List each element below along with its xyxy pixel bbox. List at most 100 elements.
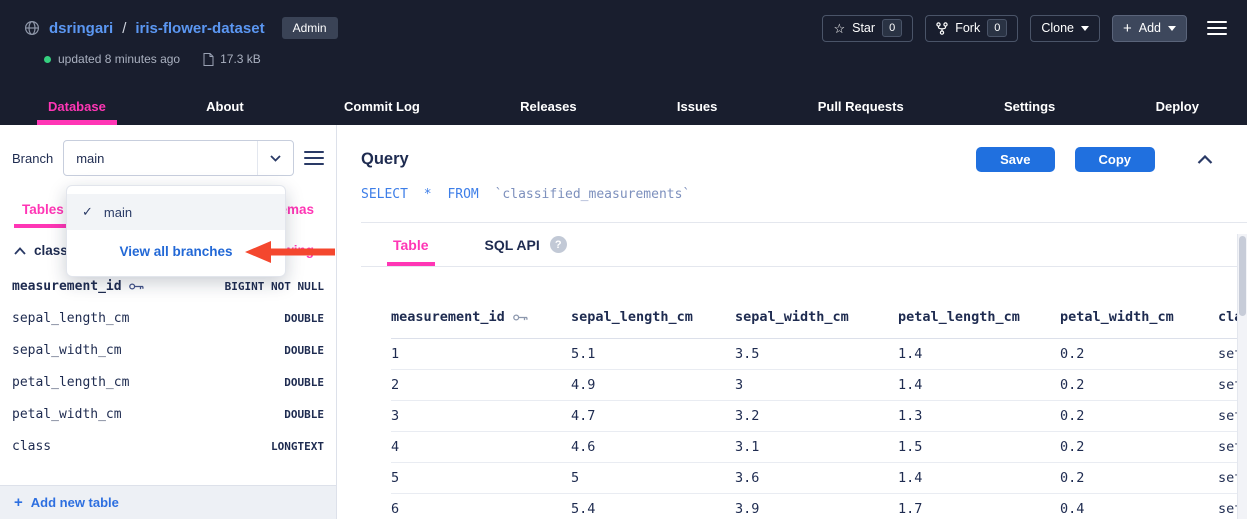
page-body: Branch main Tables Schemas classified_me… [0,125,1247,519]
grid-cell[interactable]: 3.5 [735,339,898,370]
grid-cell[interactable]: 0.2 [1060,339,1218,370]
grid-cell[interactable]: 4.7 [571,401,735,432]
data-grid: measurement_id sepal_length_cm sepal_wid… [391,303,1247,519]
status-dot-icon [44,56,51,63]
grid-cell[interactable]: 3 [391,401,571,432]
grid-cell[interactable]: 0.2 [1060,432,1218,463]
vertical-scrollbar[interactable] [1237,234,1247,519]
add-table-label: Add new table [31,495,119,510]
grid-cell[interactable]: 1.7 [898,494,1060,519]
clone-button[interactable]: Clone [1030,15,1100,42]
grid-cell[interactable]: 4.9 [571,370,735,401]
header-actions: ☆ Star 0 Fork 0 Clone + Add [822,15,1227,42]
grid-cell[interactable]: 5.1 [571,339,735,370]
nav-tab-deploy[interactable]: Deploy [1156,87,1199,125]
grid-cell[interactable]: 0.4 [1060,494,1218,519]
plus-icon: + [14,495,23,510]
view-all-branches-link[interactable]: View all branches [67,230,285,272]
tab-sql-api[interactable]: SQL API [485,223,540,266]
copy-button[interactable]: Copy [1075,147,1156,172]
grid-header-sepal-width[interactable]: sepal_width_cm [735,303,898,339]
column-type: DOUBLE [284,312,324,325]
data-grid-wrap: measurement_id sepal_length_cm sepal_wid… [361,303,1247,519]
tab-sql-api-group: SQL API ? [485,223,567,266]
nav-tab-pull-requests[interactable]: Pull Requests [818,87,904,125]
hamburger-menu-icon[interactable] [1207,21,1227,35]
result-tabs: Table SQL API ? [361,223,1247,267]
grid-header-sepal-length[interactable]: sepal_length_cm [571,303,735,339]
grid-cell[interactable]: 0.2 [1060,401,1218,432]
sidebar-menu-icon[interactable] [304,151,324,165]
plus-icon: + [1123,21,1132,36]
chevron-down-icon[interactable] [257,141,293,175]
grid-cell[interactable]: 1.4 [898,463,1060,494]
query-header: Query Save Copy [361,147,1247,172]
schema-column-row: petal_length_cm DOUBLE [0,366,336,398]
header-row: dsringari / iris-flower-dataset Admin ☆ … [0,0,1247,43]
star-button[interactable]: ☆ Star 0 [822,15,913,42]
nav-tab-about[interactable]: About [206,87,244,125]
fork-label: Fork [955,21,980,35]
branch-label: Branch [12,151,53,166]
fork-count: 0 [987,19,1007,37]
nav-tab-settings[interactable]: Settings [1004,87,1055,125]
add-new-table-button[interactable]: + Add new table [0,485,336,519]
fork-button[interactable]: Fork 0 [925,15,1018,42]
grid-cell[interactable]: 3.6 [735,463,898,494]
scrollbar-thumb[interactable] [1239,236,1246,316]
grid-header-petal-width[interactable]: petal_width_cm [1060,303,1218,339]
nav-tab-releases[interactable]: Releases [520,87,576,125]
repo-nav: Database About Commit Log Releases Issue… [0,87,1247,125]
table-row: 5 5 3.6 1.4 0.2 setosa [391,463,1247,494]
grid-header-row: measurement_id sepal_length_cm sepal_wid… [391,303,1247,339]
breadcrumb: dsringari / iris-flower-dataset Admin [24,17,338,39]
sidebar-tab-tables[interactable]: Tables [22,202,64,228]
globe-icon [24,20,40,36]
column-type: BIGINT NOT NULL [225,280,324,293]
grid-cell[interactable]: 0.2 [1060,370,1218,401]
sql-keyword: SELECT [361,187,408,202]
help-icon[interactable]: ? [550,236,567,253]
grid-cell[interactable]: 3.2 [735,401,898,432]
branch-row: Branch main [0,125,336,176]
updated-text: updated 8 minutes ago [58,52,180,66]
grid-cell[interactable]: 4.6 [571,432,735,463]
nav-tab-issues[interactable]: Issues [677,87,717,125]
grid-cell[interactable]: 1.3 [898,401,1060,432]
sidebar: Branch main Tables Schemas classified_me… [0,125,337,519]
grid-header-measurement-id[interactable]: measurement_id [391,303,571,339]
breadcrumb-repo[interactable]: iris-flower-dataset [135,20,264,37]
collapse-chevron-up-icon[interactable] [1197,155,1213,164]
nav-tab-database[interactable]: Database [48,87,106,125]
branch-dropdown: ✓ main View all branches [66,185,286,277]
grid-cell[interactable]: 3.1 [735,432,898,463]
tab-table[interactable]: Table [393,223,429,266]
clone-label: Clone [1041,21,1074,35]
grid-cell[interactable]: 1.4 [898,339,1060,370]
grid-header-petal-length[interactable]: petal_length_cm [898,303,1060,339]
chevron-up-icon [14,247,26,255]
grid-cell[interactable]: 5 [571,463,735,494]
breadcrumb-owner[interactable]: dsringari [49,20,113,37]
grid-cell[interactable]: 3 [735,370,898,401]
grid-cell[interactable]: 4 [391,432,571,463]
grid-cell[interactable]: 1.4 [898,370,1060,401]
grid-cell[interactable]: 3.9 [735,494,898,519]
grid-cell[interactable]: 2 [391,370,571,401]
grid-cell[interactable]: 1.5 [898,432,1060,463]
nav-tab-commit-log[interactable]: Commit Log [344,87,420,125]
grid-cell[interactable]: 5.4 [571,494,735,519]
branch-option-main[interactable]: ✓ main [67,194,285,230]
schema-column-row: petal_width_cm DOUBLE [0,398,336,430]
save-button[interactable]: Save [976,147,1054,172]
add-button[interactable]: + Add [1112,15,1187,42]
grid-cell[interactable]: 0.2 [1060,463,1218,494]
grid-cell[interactable]: 6 [391,494,571,519]
primary-key-icon [513,313,528,322]
column-type: DOUBLE [284,408,324,421]
branch-select-value: main [76,151,104,166]
grid-cell[interactable]: 1 [391,339,571,370]
check-icon: ✓ [82,204,93,220]
grid-cell[interactable]: 5 [391,463,571,494]
branch-select[interactable]: main [63,140,294,176]
